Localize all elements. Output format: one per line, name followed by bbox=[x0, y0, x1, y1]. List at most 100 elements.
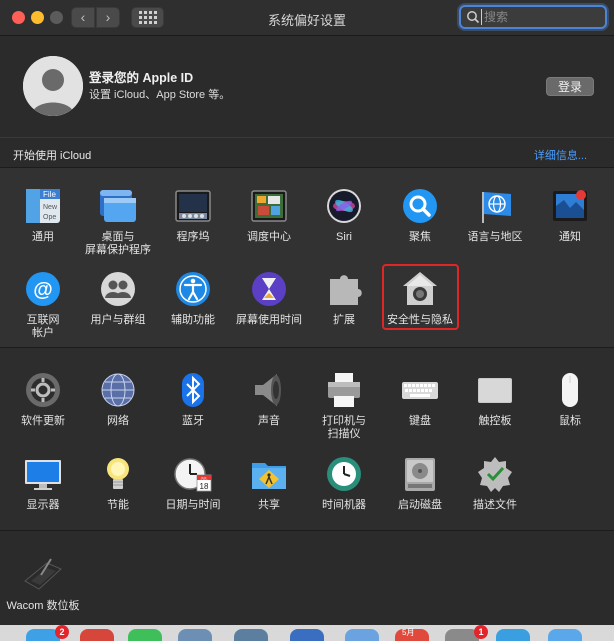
dock-app-icon[interactable] bbox=[496, 629, 530, 641]
svg-text:File: File bbox=[43, 190, 56, 199]
pane-siri[interactable]: Siri bbox=[306, 186, 382, 244]
pane-label-line2: 帐户 bbox=[32, 327, 54, 339]
pane-label: Siri bbox=[336, 231, 352, 243]
pane-label: 调度中心 bbox=[247, 231, 291, 243]
sound-icon bbox=[249, 370, 289, 410]
dock-app-icon[interactable] bbox=[178, 629, 212, 641]
apple-id-title[interactable]: 登录您的 Apple ID bbox=[89, 67, 193, 86]
dock: 2 5月 1 bbox=[0, 625, 614, 641]
pane-label: 日期与时间 bbox=[165, 499, 221, 511]
dock-app-icon[interactable] bbox=[128, 629, 162, 641]
pane-dock[interactable]: 程序坞 bbox=[155, 186, 231, 244]
icloud-banner: 开始使用 iCloud 详细信息... bbox=[0, 137, 614, 167]
back-button[interactable]: ‹ bbox=[71, 7, 95, 28]
pane-desktop-screensaver[interactable]: 桌面与 屏幕保护程序 bbox=[80, 186, 156, 257]
pane-general[interactable]: File New Ope 通用 bbox=[5, 186, 81, 244]
dock-app-icon[interactable] bbox=[80, 629, 114, 641]
pane-label: 屏幕使用时间 bbox=[236, 314, 302, 326]
pane-keyboard[interactable]: 键盘 bbox=[382, 370, 458, 428]
pane-accessibility[interactable]: 辅助功能 bbox=[155, 269, 231, 327]
pane-extensions[interactable]: 扩展 bbox=[306, 269, 382, 327]
pane-language-region[interactable]: 语言与地区 bbox=[457, 186, 533, 244]
pane-displays[interactable]: 显示器 bbox=[5, 454, 81, 512]
search-field[interactable] bbox=[459, 5, 607, 29]
system-preferences-window: ‹ › 系统偏好设置 登录您的 Apple ID 设置 iCloud、App S… bbox=[0, 0, 614, 641]
wacom-tablet-icon bbox=[23, 555, 63, 595]
pane-date-time[interactable]: JUL 18 日期与时间 bbox=[155, 454, 231, 512]
pane-mouse[interactable]: 鼠标 bbox=[532, 370, 608, 428]
mouse-icon bbox=[550, 370, 590, 410]
pane-time-machine[interactable]: 时间机器 bbox=[306, 454, 382, 512]
pane-mission-control[interactable]: 调度中心 bbox=[231, 186, 307, 244]
svg-text:New: New bbox=[43, 204, 58, 211]
pane-internet-accounts[interactable]: @ 互联网 帐户 bbox=[5, 269, 81, 340]
pane-label: 声音 bbox=[258, 415, 280, 427]
svg-text:Ope: Ope bbox=[43, 214, 56, 221]
search-input[interactable] bbox=[481, 9, 601, 25]
pane-network[interactable]: 网络 bbox=[80, 370, 156, 428]
window-title: 系统偏好设置 bbox=[267, 13, 346, 28]
pane-label: 语言与地区 bbox=[467, 231, 523, 243]
forward-button[interactable]: › bbox=[96, 7, 120, 28]
pane-label: 描述文件 bbox=[473, 499, 517, 511]
network-icon bbox=[98, 370, 138, 410]
pane-bluetooth[interactable]: 蓝牙 bbox=[155, 370, 231, 428]
login-button[interactable]: 登录 bbox=[546, 77, 594, 96]
pane-users-groups[interactable]: 用户与群组 bbox=[80, 269, 156, 327]
personal-preferences-section: File New Ope 通用 桌面与 屏幕保护程序 程序坞 调度中心 Siri… bbox=[0, 167, 614, 347]
pane-sound[interactable]: 声音 bbox=[231, 370, 307, 428]
pane-energy-saver[interactable]: 节能 bbox=[80, 454, 156, 512]
hardware-preferences-section: 软件更新 网络 蓝牙 声音 打印机与 扫描仪 键盘 触控板 鼠标 显示器 节能 … bbox=[0, 347, 614, 530]
pane-trackpad[interactable]: 触控板 bbox=[457, 370, 533, 428]
general-icon: File New Ope bbox=[23, 186, 63, 226]
dock-app-icon[interactable] bbox=[234, 629, 268, 641]
pane-label: 触控板 bbox=[478, 415, 512, 427]
notifications-icon bbox=[550, 186, 590, 226]
pane-printers-scanners[interactable]: 打印机与 扫描仪 bbox=[306, 370, 382, 441]
pane-label: 扩展 bbox=[333, 314, 355, 326]
pane-label: 桌面与 bbox=[101, 231, 135, 243]
startup-disk-icon bbox=[400, 454, 440, 494]
minimize-window-button[interactable] bbox=[31, 11, 44, 24]
user-silhouette-icon bbox=[23, 56, 83, 116]
pane-label-line2: 屏幕保护程序 bbox=[85, 244, 151, 256]
internet-accounts-icon: @ bbox=[23, 269, 63, 309]
pane-label: Wacom 数位板 bbox=[6, 600, 80, 612]
chevron-right-icon: › bbox=[105, 9, 111, 25]
pane-sharing[interactable]: 共享 bbox=[231, 454, 307, 512]
pane-wacom-tablet[interactable]: Wacom 数位板 bbox=[3, 555, 83, 613]
pane-screen-time[interactable]: 屏幕使用时间 bbox=[231, 269, 307, 327]
pane-label: 网络 bbox=[107, 415, 129, 427]
extensions-icon bbox=[324, 269, 364, 309]
close-window-button[interactable] bbox=[12, 11, 25, 24]
pane-notifications[interactable]: 通知 bbox=[532, 186, 608, 244]
apple-id-subtitle: 设置 iCloud、App Store 等。 bbox=[89, 89, 231, 101]
pane-label: 键盘 bbox=[409, 415, 431, 427]
pane-startup-disk[interactable]: 启动磁盘 bbox=[382, 454, 458, 512]
svg-text:18: 18 bbox=[200, 482, 209, 491]
printer-scanner-icon bbox=[324, 370, 364, 410]
displays-icon bbox=[23, 454, 63, 494]
pane-label: 节能 bbox=[107, 499, 129, 511]
bluetooth-icon bbox=[173, 370, 213, 410]
zoom-window-button[interactable] bbox=[50, 11, 63, 24]
dock-app-icon[interactable] bbox=[345, 629, 379, 641]
pane-label: 用户与群组 bbox=[90, 314, 146, 326]
pane-label: 启动磁盘 bbox=[398, 499, 442, 511]
pane-spotlight[interactable]: 聚焦 bbox=[382, 186, 458, 244]
time-machine-icon bbox=[324, 454, 364, 494]
energy-saver-icon bbox=[98, 454, 138, 494]
pane-label: 通知 bbox=[559, 231, 581, 243]
icloud-details-link[interactable]: 详细信息... bbox=[534, 147, 587, 163]
dock-app-icon[interactable] bbox=[290, 629, 324, 641]
notification-badge: 2 bbox=[55, 625, 69, 639]
pane-software-update[interactable]: 软件更新 bbox=[5, 370, 81, 428]
avatar[interactable] bbox=[23, 56, 83, 116]
show-all-button[interactable] bbox=[131, 7, 164, 28]
dock-app-icon[interactable] bbox=[548, 629, 582, 641]
pane-label: 程序坞 bbox=[176, 231, 210, 243]
pane-label: 时间机器 bbox=[322, 499, 366, 511]
users-groups-icon bbox=[98, 269, 138, 309]
pane-profiles[interactable]: 描述文件 bbox=[457, 454, 533, 512]
notification-badge: 1 bbox=[474, 625, 488, 639]
